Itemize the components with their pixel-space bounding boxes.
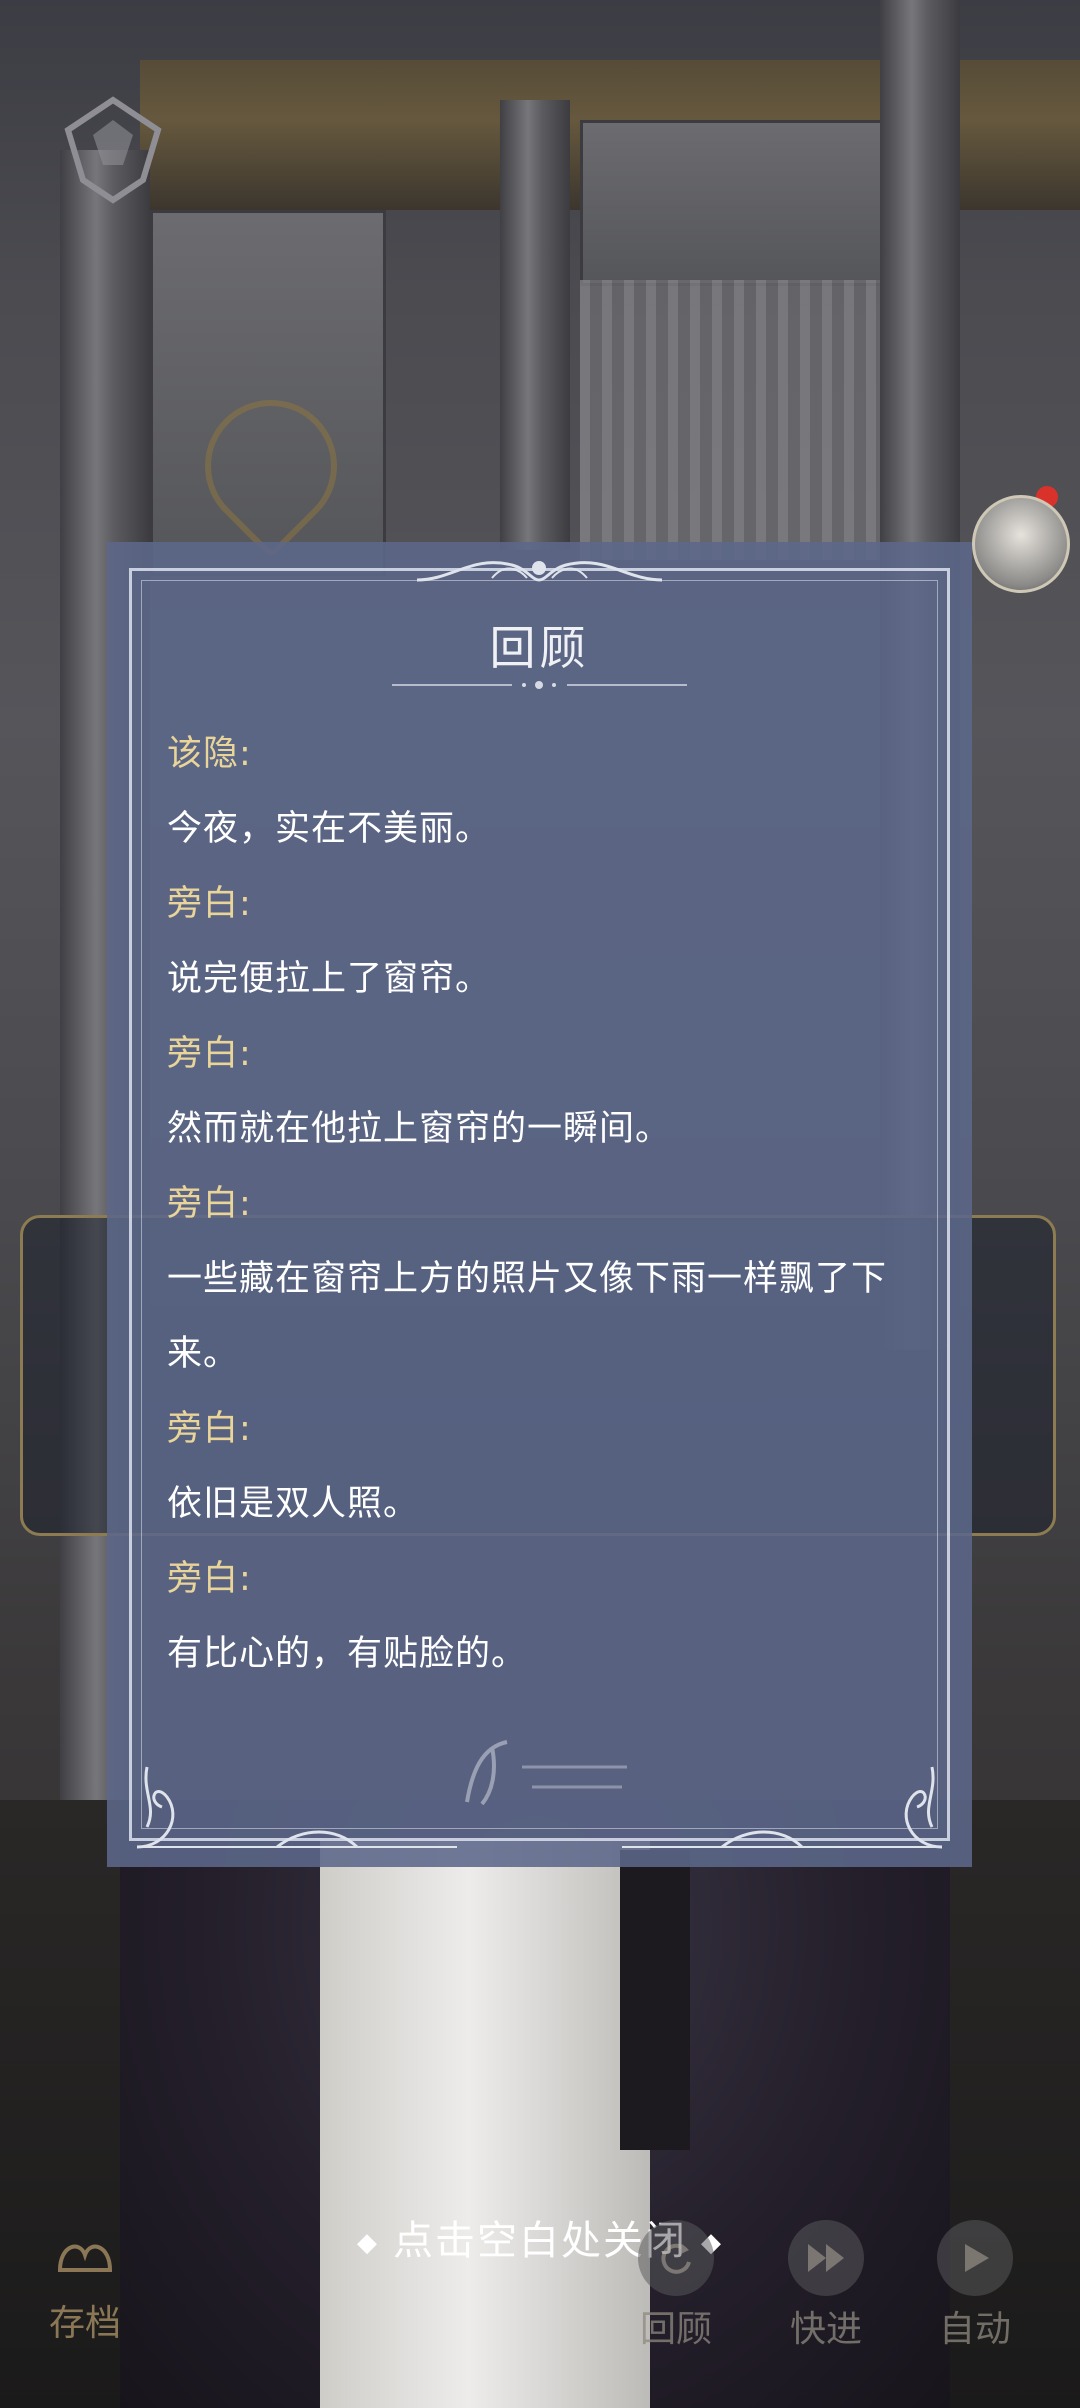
save-icon <box>57 2244 113 2272</box>
dialogue-log: 该隐: 今夜，实在不美丽。 旁白: 说完便拉上了窗帘。 旁白: 然而就在他拉上窗… <box>167 717 937 1692</box>
diamond-icon: ◆ <box>357 2228 379 2258</box>
auto-label: 自动 <box>938 2309 1011 2350</box>
fast-forward-icon <box>788 2220 864 2296</box>
watermark-logo <box>465 1740 627 1806</box>
character-avatar-button[interactable] <box>972 495 1070 593</box>
review-button[interactable]: 回顾 <box>606 2220 746 2352</box>
speaker-name: 旁白: <box>167 1184 252 1224</box>
pillar <box>500 100 570 550</box>
character-tie <box>620 1850 690 2150</box>
frame-ornament-top <box>416 561 663 582</box>
save-button[interactable]: 存档 <box>30 2230 140 2346</box>
speaker-name: 旁白: <box>167 1559 252 1599</box>
save-label: 存档 <box>48 2303 121 2344</box>
game-emblem-icon <box>64 96 162 204</box>
curtain <box>580 280 880 560</box>
review-title: 回顾 <box>489 621 590 675</box>
speaker-name: 旁白: <box>167 884 252 924</box>
character-shirt <box>320 1840 650 2408</box>
wall-panel <box>580 120 886 286</box>
review-label: 回顾 <box>639 2309 712 2350</box>
speaker-name: 旁白: <box>167 1034 252 1074</box>
speaker-name: 旁白: <box>167 1409 252 1449</box>
dialogue-text: 一些藏在窗帘上方的照片又像下雨一样飘了下来。 <box>167 1259 888 1374</box>
skip-label: 快进 <box>789 2309 862 2350</box>
dialogue-text: 说完便拉上了窗帘。 <box>167 959 492 999</box>
title-divider <box>392 681 687 689</box>
dialogue-text: 依旧是双人照。 <box>167 1484 420 1524</box>
review-icon <box>638 2220 714 2296</box>
auto-button[interactable]: 自动 <box>905 2220 1045 2352</box>
dialogue-text: 有比心的，有贴脸的。 <box>167 1634 528 1674</box>
speaker-name: 该隐: <box>167 734 252 774</box>
review-panel: 回顾 该隐: 今夜，实在不美丽。 旁白: 说完便拉上了窗帘。 旁白: 然而就在他… <box>107 542 972 1867</box>
play-icon <box>937 2220 1013 2296</box>
skip-button[interactable]: 快进 <box>756 2220 896 2352</box>
dialogue-text: 今夜，实在不美丽。 <box>167 809 492 849</box>
dialogue-text: 然而就在他拉上窗帘的一瞬间。 <box>167 1109 672 1149</box>
